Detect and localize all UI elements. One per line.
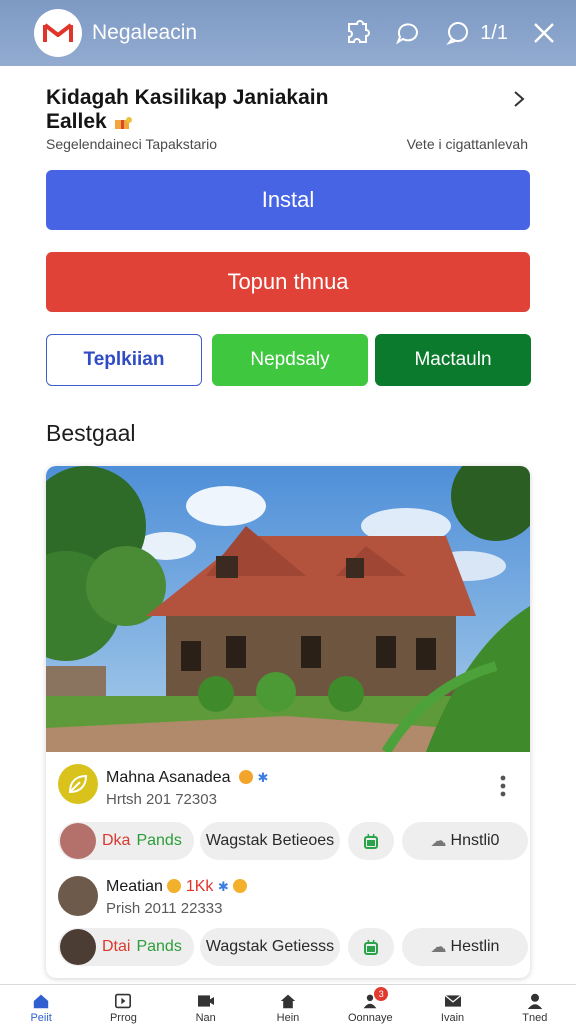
nav-label: Peiit [30,1012,52,1024]
post-actions-row: Dtai Pands Wagstak Getiesss ☁ Hestlin [58,928,528,968]
home-icon [33,994,49,1009]
comment-icon[interactable] [444,19,472,47]
install-button[interactable]: Instal [46,170,530,230]
nav-item-camera[interactable]: Nan [165,985,247,1024]
avatar [60,823,96,859]
green-button[interactable]: Nepdsaly [212,334,368,386]
post-card: Mahna Asanadea ✱ Hrtsh 201 72303 Dka Pan… [46,466,530,978]
nav-item-media[interactable]: Prrog [82,985,164,1024]
notification-badge: 3 [374,987,389,1001]
history-chip[interactable]: ☁ Hestlin [402,928,528,966]
media-icon [115,993,132,1009]
nav-item-house[interactable]: Hein [247,985,329,1024]
more-options-icon[interactable] [500,774,506,798]
sparkle-icon: ✱ [257,770,269,785]
nav-item-mail[interactable]: Ivain [411,985,493,1024]
house-icon [280,994,296,1009]
post-author-extra: 1Kk [185,878,214,895]
nav-item-home[interactable]: Peiit [0,985,82,1024]
nav-label: Prrog [109,1012,137,1024]
meta-right: Vete i cigattanlevah [406,136,528,152]
avatar[interactable] [58,876,98,916]
leaf-avatar-icon[interactable] [58,764,98,804]
page-count: 1/1 [480,21,508,44]
tag-chip[interactable]: Wagstak Getiesss [200,928,340,966]
app-header: Negaleacin 1/1 [0,0,576,66]
android-icon[interactable] [348,822,394,860]
post-author-name: Mahna Asanadea [106,769,231,786]
user-chip-first: Dka [102,832,131,849]
tag-chip[interactable]: Wagstak Betieoes [200,822,340,860]
nav-label: Oonnaye [347,1012,393,1024]
post-author-name: Meatian [106,878,163,895]
nav-item-people[interactable]: 3 Oonnaye [329,985,411,1024]
developer-name: Segelendaineci Tapakstario [46,136,217,152]
house-photo[interactable] [46,466,530,752]
history-label: Hnstli0 [450,832,500,849]
user-chip[interactable]: Dtai Pands [58,928,194,966]
puzzle-icon[interactable] [344,19,372,47]
user-chip-second: Pands [136,832,182,849]
nav-label: Nan [195,1012,216,1024]
history-chip[interactable]: ☁ Hnstli0 [402,822,528,860]
post-actions-row: Dka Pands Wagstak Betieoes ☁ Hnstli0 [58,822,528,862]
post-date: Hrtsh 201 72303 [106,791,217,808]
nav-item-profile[interactable]: Tned [494,985,576,1024]
gift-emoji-icon [113,112,133,129]
person-icon [527,993,543,1009]
mail-icon [444,994,461,1007]
user-chip[interactable]: Dka Pands [58,822,194,860]
history-icon: ☁ [430,939,447,956]
nav-label: Ivain [440,1012,465,1024]
outline-button[interactable]: Teplkiian [46,334,202,386]
history-label: Hestlin [450,938,500,955]
post-author: Mahna Asanadea ✱ [106,769,268,787]
dark-green-button[interactable]: Mactauln [375,334,531,386]
avatar [60,929,96,965]
app-name: Kidagah Kasilikap Janiakain Eallek [46,86,506,134]
fire-emoji-icon [239,770,253,784]
grin-emoji-icon [233,879,248,893]
app-meta: Segelendaineci Tapakstario Vete i cigatt… [46,136,528,152]
app-name-line2: Eallek [46,110,107,133]
nav-label: Tned [522,1012,548,1024]
sparkle-icon: ✱ [217,879,229,894]
post-date: Prish 2011 22333 [106,900,223,917]
nav-label: Hein [276,1012,300,1024]
chevron-right-icon[interactable] [508,88,530,110]
logo-icon[interactable] [34,9,82,57]
app-title: Negaleacin [92,21,198,44]
android-icon[interactable] [348,928,394,966]
user-chip-second: Pands [136,938,182,955]
chat-bubble-icon[interactable] [394,19,422,47]
secondary-action-button[interactable]: Topun thnua [46,252,530,312]
section-title: Bestgaal [46,420,136,446]
post-author: Meatian 1Kk ✱ [106,878,248,896]
close-icon[interactable] [530,19,558,47]
history-icon: ☁ [430,833,447,850]
camera-icon [197,995,214,1007]
user-chip-first: Dtai [102,938,131,955]
bottom-nav: Peiit Prrog Nan Hein 3 Oonnaye Ivain Tne… [0,984,576,1024]
smile-emoji-icon [167,879,182,893]
app-name-line1: Kidagah Kasilikap Janiakain [46,86,329,109]
